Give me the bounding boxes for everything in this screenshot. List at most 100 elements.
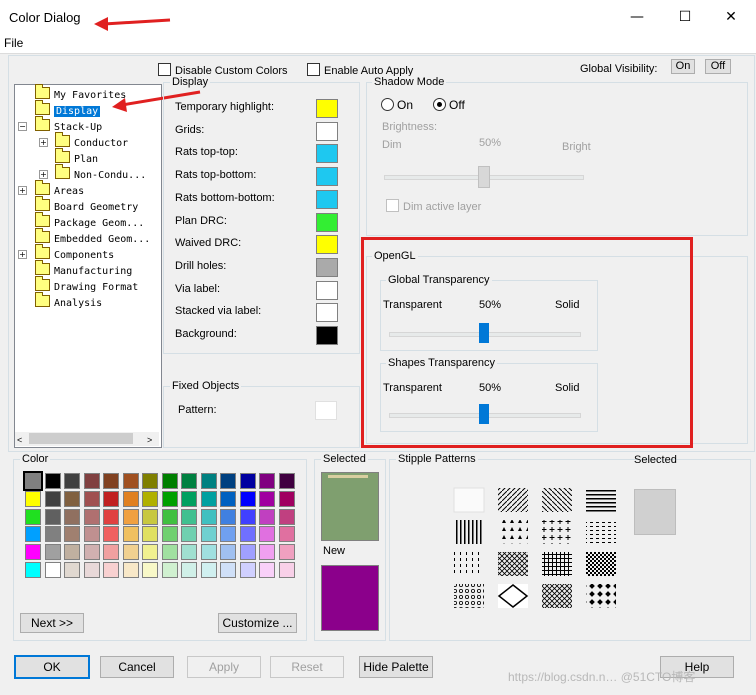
palette-color-cell[interactable] (83, 473, 100, 489)
shadow-on-radio[interactable]: On (381, 98, 413, 112)
dim-active-layer-checkbox[interactable]: Dim active layer (386, 199, 481, 213)
palette-color-cell[interactable] (200, 490, 217, 507)
palette-color-cell[interactable] (220, 508, 236, 525)
scroll-right-icon[interactable]: > (147, 435, 152, 445)
palette-color-cell[interactable] (259, 526, 275, 543)
palette-color-cell[interactable] (259, 473, 275, 489)
scroll-thumb[interactable] (29, 433, 133, 444)
category-tree[interactable]: My Favorites Display − Stack-Up + Conduc… (14, 84, 162, 448)
tree-item-embedded-geometry[interactable]: Embedded Geom... (35, 228, 150, 245)
shadow-off-radio[interactable]: Off (433, 98, 465, 112)
palette-color-cell[interactable] (239, 490, 256, 507)
palette-color-cell[interactable] (239, 526, 256, 543)
tree-item-areas[interactable]: Areas (35, 180, 84, 197)
palette-color-cell[interactable] (83, 526, 100, 543)
palette-color-cell[interactable] (161, 508, 178, 525)
palette-color-cell[interactable] (181, 508, 197, 525)
display-row-color-swatch[interactable] (316, 167, 338, 187)
palette-color-cell[interactable] (64, 473, 80, 489)
palette-color-cell[interactable] (103, 562, 119, 578)
expand-icon[interactable]: + (18, 186, 27, 195)
palette-color-cell[interactable] (181, 544, 197, 561)
palette-color-cell[interactable] (44, 544, 61, 561)
palette-color-cell[interactable] (278, 490, 295, 507)
palette-color-cell[interactable] (200, 526, 217, 543)
close-button[interactable]: ✕ (711, 6, 751, 28)
palette-color-cell[interactable] (122, 473, 139, 489)
palette-color-cell[interactable] (64, 508, 80, 525)
palette-color-cell[interactable] (122, 526, 139, 543)
tree-item-display[interactable]: Display (35, 100, 101, 117)
palette-color-cell[interactable] (200, 544, 217, 561)
palette-color-cell[interactable] (278, 562, 295, 578)
palette-color-cell[interactable] (220, 526, 236, 543)
palette-color-cell[interactable] (23, 471, 43, 491)
palette-color-cell[interactable] (278, 473, 295, 489)
palette-color-cell[interactable] (220, 544, 236, 561)
palette-color-cell[interactable] (64, 562, 80, 578)
tree-item-plan[interactable]: Plan (55, 148, 98, 165)
palette-color-cell[interactable] (103, 508, 119, 525)
maximize-button[interactable]: ☐ (665, 6, 705, 28)
palette-color-cell[interactable] (122, 490, 139, 507)
tree-item-stack-up[interactable]: Stack-Up (35, 116, 102, 133)
tree-item-analysis[interactable]: Analysis (35, 292, 102, 309)
palette-color-cell[interactable] (239, 508, 256, 525)
display-row-color-swatch[interactable] (316, 121, 338, 141)
tree-item-package-geometry[interactable]: Package Geom... (35, 212, 144, 229)
palette-color-cell[interactable] (44, 508, 61, 525)
palette-color-cell[interactable] (161, 526, 178, 543)
palette-color-cell[interactable] (142, 544, 158, 561)
palette-color-cell[interactable] (161, 562, 178, 578)
palette-color-cell[interactable] (259, 562, 275, 578)
palette-color-cell[interactable] (25, 526, 41, 543)
palette-color-cell[interactable] (83, 562, 100, 578)
palette-color-cell[interactable] (44, 526, 61, 543)
palette-color-cell[interactable] (25, 562, 41, 578)
palette-color-cell[interactable] (25, 490, 41, 507)
palette-color-cell[interactable] (83, 508, 100, 525)
display-row-color-swatch[interactable] (316, 99, 338, 118)
palette-color-cell[interactable] (181, 473, 197, 489)
display-row-color-swatch[interactable] (316, 280, 338, 300)
hide-palette-button[interactable]: Hide Palette (359, 656, 433, 678)
palette-color-cell[interactable] (44, 562, 61, 578)
palette-color-cell[interactable] (278, 526, 295, 543)
tree-item-conductor[interactable]: Conductor (55, 132, 128, 149)
stipple-patterns-grid[interactable] (452, 486, 622, 612)
palette-color-cell[interactable] (122, 508, 139, 525)
apply-button[interactable]: Apply (187, 656, 261, 678)
scroll-left-icon[interactable]: < (17, 435, 22, 445)
ok-button[interactable]: OK (14, 655, 90, 679)
palette-color-cell[interactable] (278, 544, 295, 561)
customize-button[interactable]: Customize ... (218, 613, 297, 633)
palette-color-cell[interactable] (103, 473, 119, 489)
palette-color-cell[interactable] (181, 526, 197, 543)
palette-color-cell[interactable] (103, 544, 119, 561)
palette-color-cell[interactable] (161, 473, 178, 489)
tree-item-components[interactable]: Components (35, 244, 114, 261)
palette-color-cell[interactable] (181, 562, 197, 578)
menu-file[interactable]: File (4, 36, 23, 50)
palette-color-cell[interactable] (142, 490, 158, 507)
expand-icon[interactable]: + (39, 170, 48, 179)
reset-button[interactable]: Reset (270, 656, 344, 678)
tree-item-board-geometry[interactable]: Board Geometry (35, 196, 138, 213)
palette-color-cell[interactable] (200, 473, 217, 489)
palette-color-cell[interactable] (83, 490, 100, 507)
tree-horizontal-scrollbar[interactable]: < > (15, 432, 159, 446)
pattern-swatch[interactable] (315, 401, 337, 420)
tree-item-manufacturing[interactable]: Manufacturing (35, 260, 132, 277)
tree-item-drawing-format[interactable]: Drawing Format (35, 276, 138, 293)
palette-color-cell[interactable] (181, 490, 197, 507)
palette-color-cell[interactable] (220, 562, 236, 578)
display-row-color-swatch[interactable] (316, 326, 338, 345)
palette-color-cell[interactable] (161, 490, 178, 507)
palette-color-cell[interactable] (25, 508, 41, 525)
display-row-color-swatch[interactable] (316, 212, 338, 232)
palette-color-cell[interactable] (220, 473, 236, 489)
palette-color-cell[interactable] (64, 490, 80, 507)
palette-color-cell[interactable] (44, 490, 61, 507)
palette-color-cell[interactable] (200, 508, 217, 525)
palette-color-cell[interactable] (64, 526, 80, 543)
